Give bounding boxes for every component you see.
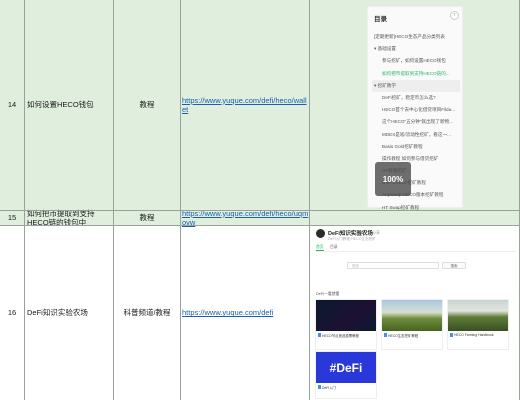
- row-category: 教程: [139, 213, 155, 223]
- defi-logo: #DeFi: [316, 352, 376, 383]
- card-image: [448, 300, 508, 331]
- kb-tabs: 首页 目录: [316, 245, 516, 252]
- chevron-left-icon: ‹: [450, 11, 459, 20]
- kb-card: HECO Farming Handbook ...: [447, 299, 509, 350]
- toc-item: ▾ 基础设置: [374, 46, 396, 52]
- card-image: [382, 300, 442, 331]
- avatar: [316, 229, 325, 238]
- document-icon: [450, 333, 453, 337]
- row-title: 如何把币提取到支持HECO链的钱包中: [27, 208, 95, 227]
- share-link: 分享: [372, 230, 380, 235]
- kb-title: DeFi知识实验农场: [328, 231, 373, 237]
- knowledge-base-screenshot[interactable]: DeFi知识实验农场 分享 DeFi入门教程·HECO生态挖矿 首页 目录 搜索…: [311, 225, 520, 400]
- card-meta: ...: [454, 341, 457, 345]
- card-caption: HECO Farming Handbook: [454, 333, 494, 337]
- row-title: DeFi知识实验农场: [27, 308, 88, 318]
- card-meta: ...: [388, 341, 391, 345]
- toc-item: [定期更新]HECO生态产品分类列表: [374, 34, 445, 39]
- kb-search-button: 搜索: [442, 262, 466, 269]
- row-title: 如何设置HECO钱包: [27, 100, 94, 110]
- row-url-cell: https://www.yuque.com/defi/heco/wallet: [181, 0, 309, 210]
- kb-card: HECO生态挖矿教程 ...: [381, 299, 443, 350]
- toc-item: 如何把币提取到支持HECO链的...: [382, 70, 450, 76]
- row-url-cell: https://www.yuque.com/defi: [181, 226, 309, 400]
- row-number: 14: [7, 100, 17, 110]
- row-category: 教程: [139, 100, 155, 110]
- document-icon: [318, 385, 321, 389]
- document-icon: [384, 333, 387, 337]
- row-category: 科普频道/教程: [123, 308, 171, 318]
- tab-home: 首页: [316, 245, 324, 251]
- row-number: 15: [7, 213, 17, 223]
- toc-item: ▾ 挖矿教学: [372, 79, 460, 92]
- card-meta: ...: [322, 341, 325, 345]
- zoom-indicator: 100%: [375, 162, 411, 196]
- row-url-link[interactable]: https://www.yuque.com/defi/heco/wallet: [182, 96, 309, 115]
- spreadsheet: 14 如何设置HECO钱包 教程 https://www.yuque.com/d…: [0, 0, 520, 400]
- card-caption: HECO节点竞选投票教程: [322, 334, 359, 338]
- toc-item: Basis Gold挖矿教程: [382, 143, 423, 149]
- toc-item: 参与挖矿，如何设置HECO钱包: [382, 58, 446, 64]
- kb-subtitle: DeFi入门教程·HECO生态挖矿: [328, 237, 376, 241]
- toc-item: MDEX是啥/流动性挖矿，看这一...: [382, 131, 451, 137]
- kb-search-input: 搜索: [347, 262, 439, 269]
- row-number: 16: [7, 308, 17, 318]
- toc-item: DeFi挖矿，稳定币怎么选?: [382, 94, 436, 100]
- toc-heading: 目录: [374, 16, 387, 23]
- toc-item: HECO首个去中心化借贷项目Filda...: [382, 107, 455, 113]
- document-icon: [318, 333, 321, 337]
- toc-item: HT Swap挖矿教程: [382, 204, 420, 210]
- kb-card: HECO节点竞选投票教程 ...: [315, 299, 377, 350]
- tab-catalog: 目录: [330, 245, 338, 249]
- card-image: [316, 300, 376, 331]
- kb-search-placeholder: 搜索: [352, 264, 359, 268]
- kb-card: #DeFi DeFi入门: [315, 351, 377, 399]
- row-url-link[interactable]: https://www.yuque.com/defi: [182, 308, 273, 317]
- card-caption: DeFi入门: [322, 386, 336, 390]
- toc-item: 这个HECO"五分钟"就出现了新物...: [382, 119, 453, 125]
- card-caption: HECO生态挖矿教程: [388, 334, 419, 338]
- kb-section-title: DeFi一看就懂: [316, 292, 340, 296]
